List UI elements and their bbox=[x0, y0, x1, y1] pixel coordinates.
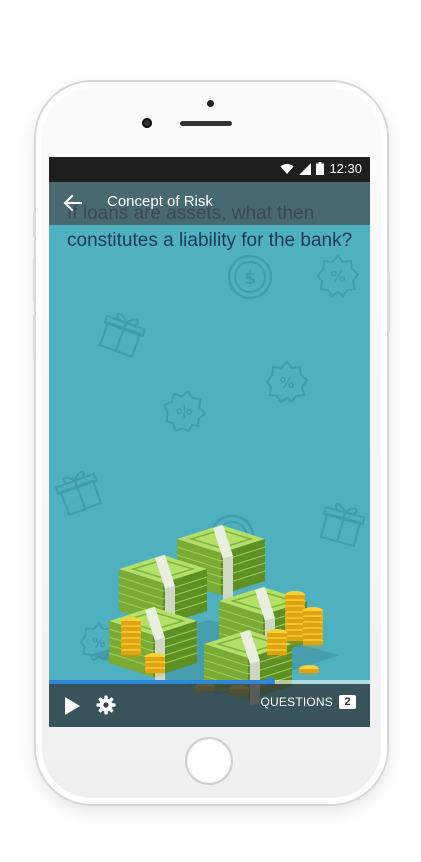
svg-text:%: % bbox=[173, 400, 195, 423]
mute-switch bbox=[33, 212, 36, 238]
arrow-left-icon[interactable] bbox=[61, 192, 85, 214]
percent-badge-icon: % bbox=[163, 390, 206, 433]
app-bar: Concept of Risk bbox=[49, 182, 370, 225]
gift-icon bbox=[54, 470, 103, 516]
volume-down-button bbox=[33, 314, 36, 360]
status-time: 12:30 bbox=[329, 161, 362, 176]
svg-text:%: % bbox=[279, 374, 294, 392]
volume-up-button bbox=[33, 257, 36, 303]
questions-label: QUESTIONS bbox=[260, 695, 333, 709]
power-button bbox=[387, 272, 390, 332]
gear-icon[interactable] bbox=[96, 695, 116, 715]
wifi-icon bbox=[280, 163, 294, 174]
svg-text:$: $ bbox=[244, 268, 257, 289]
player-controls: QUESTIONS 2 bbox=[49, 684, 370, 727]
battery-icon bbox=[316, 162, 325, 175]
phone-screen: $ % % % % constitutes a liability for th… bbox=[49, 157, 370, 727]
home-button[interactable] bbox=[185, 737, 233, 785]
svg-text:%: % bbox=[330, 268, 345, 286]
percent-badge-icon: % bbox=[316, 254, 360, 298]
percent-badge-icon: % bbox=[265, 360, 309, 404]
gift-icon bbox=[98, 312, 147, 358]
earpiece-speaker bbox=[180, 121, 232, 126]
device-mockup: $ % % % % constitutes a liability for th… bbox=[0, 0, 421, 862]
status-bar: 12:30 bbox=[49, 157, 370, 182]
cell-signal-icon bbox=[299, 162, 312, 175]
front-camera bbox=[142, 118, 152, 128]
play-icon[interactable] bbox=[63, 696, 81, 716]
questions-count-badge: 2 bbox=[339, 695, 356, 709]
proximity-sensor bbox=[207, 100, 214, 107]
questions-button[interactable]: QUESTIONS 2 bbox=[261, 695, 356, 709]
page-title: Concept of Risk bbox=[107, 193, 213, 210]
dollar-coin-icon: $ bbox=[227, 254, 273, 300]
